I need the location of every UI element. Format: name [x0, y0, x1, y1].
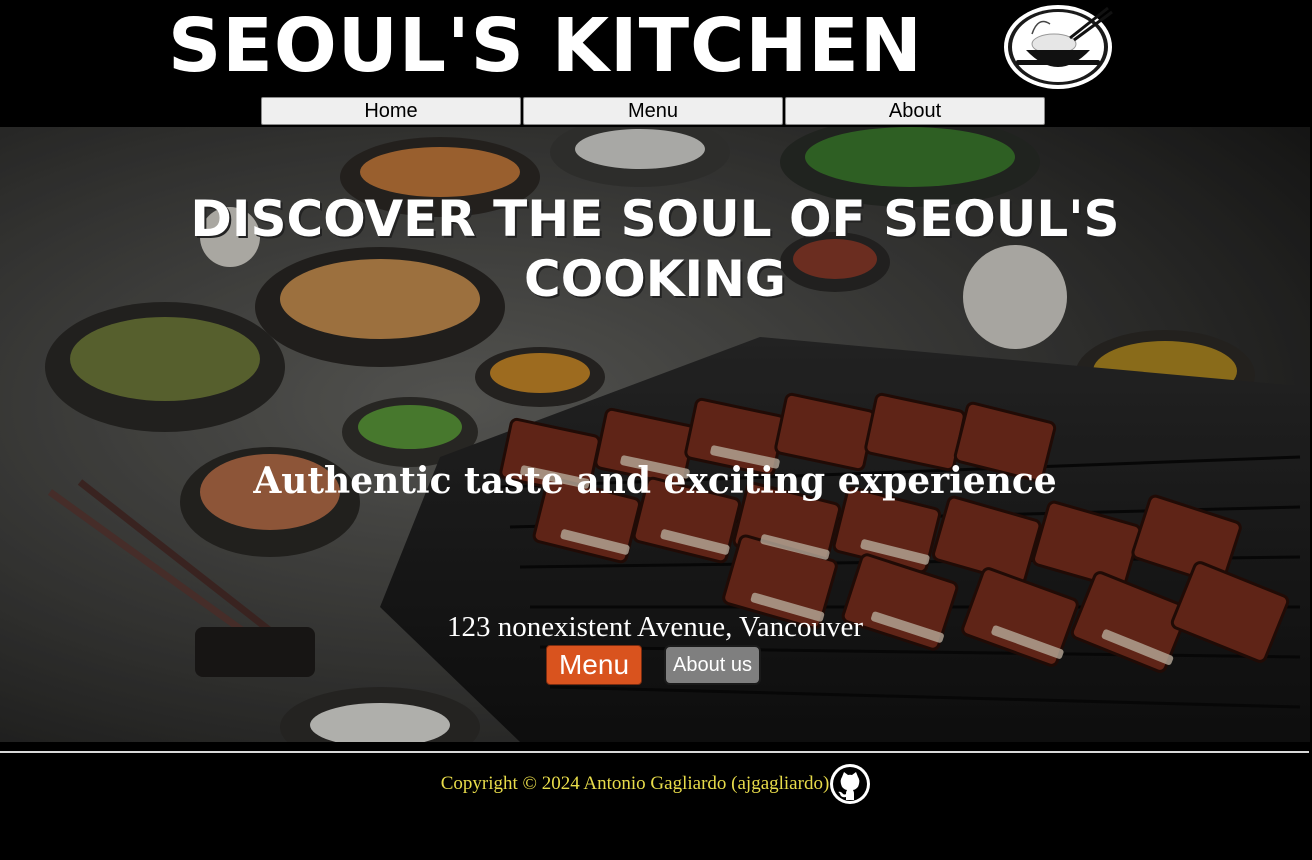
main-nav: Home Menu About [261, 97, 1047, 125]
hero-section: DISCOVER THE SOUL OF SEOUL'S COOKING Aut… [0, 127, 1310, 742]
rice-bowl-chopsticks-icon [1004, 5, 1113, 89]
hero-about-us-button[interactable]: About us [664, 645, 761, 685]
hero-title: DISCOVER THE SOUL OF SEOUL'S COOKING [190, 190, 1120, 308]
site-logo-text[interactable]: SEOUL'S KITCHEN [168, 0, 923, 92]
nav-menu-button[interactable]: Menu [523, 97, 783, 125]
nav-about-button[interactable]: About [785, 97, 1045, 125]
github-icon[interactable] [829, 763, 871, 805]
footer-divider [0, 751, 1309, 753]
hero-address: 123 nonexistent Avenue, Vancouver [446, 611, 864, 643]
hero-menu-button[interactable]: Menu [546, 645, 642, 685]
hero-subtitle: Authentic taste and exciting experience [253, 460, 1057, 502]
copyright-text: Copyright © 2024 Antonio Gagliardo (ajga… [440, 773, 830, 794]
hero-buttons: Menu About us [546, 645, 761, 685]
nav-home-button[interactable]: Home [261, 97, 521, 125]
site-header: SEOUL'S KITCHEN Home Menu About [0, 0, 1312, 127]
site-footer: Copyright © 2024 Antonio Gagliardo (ajga… [0, 760, 1312, 808]
